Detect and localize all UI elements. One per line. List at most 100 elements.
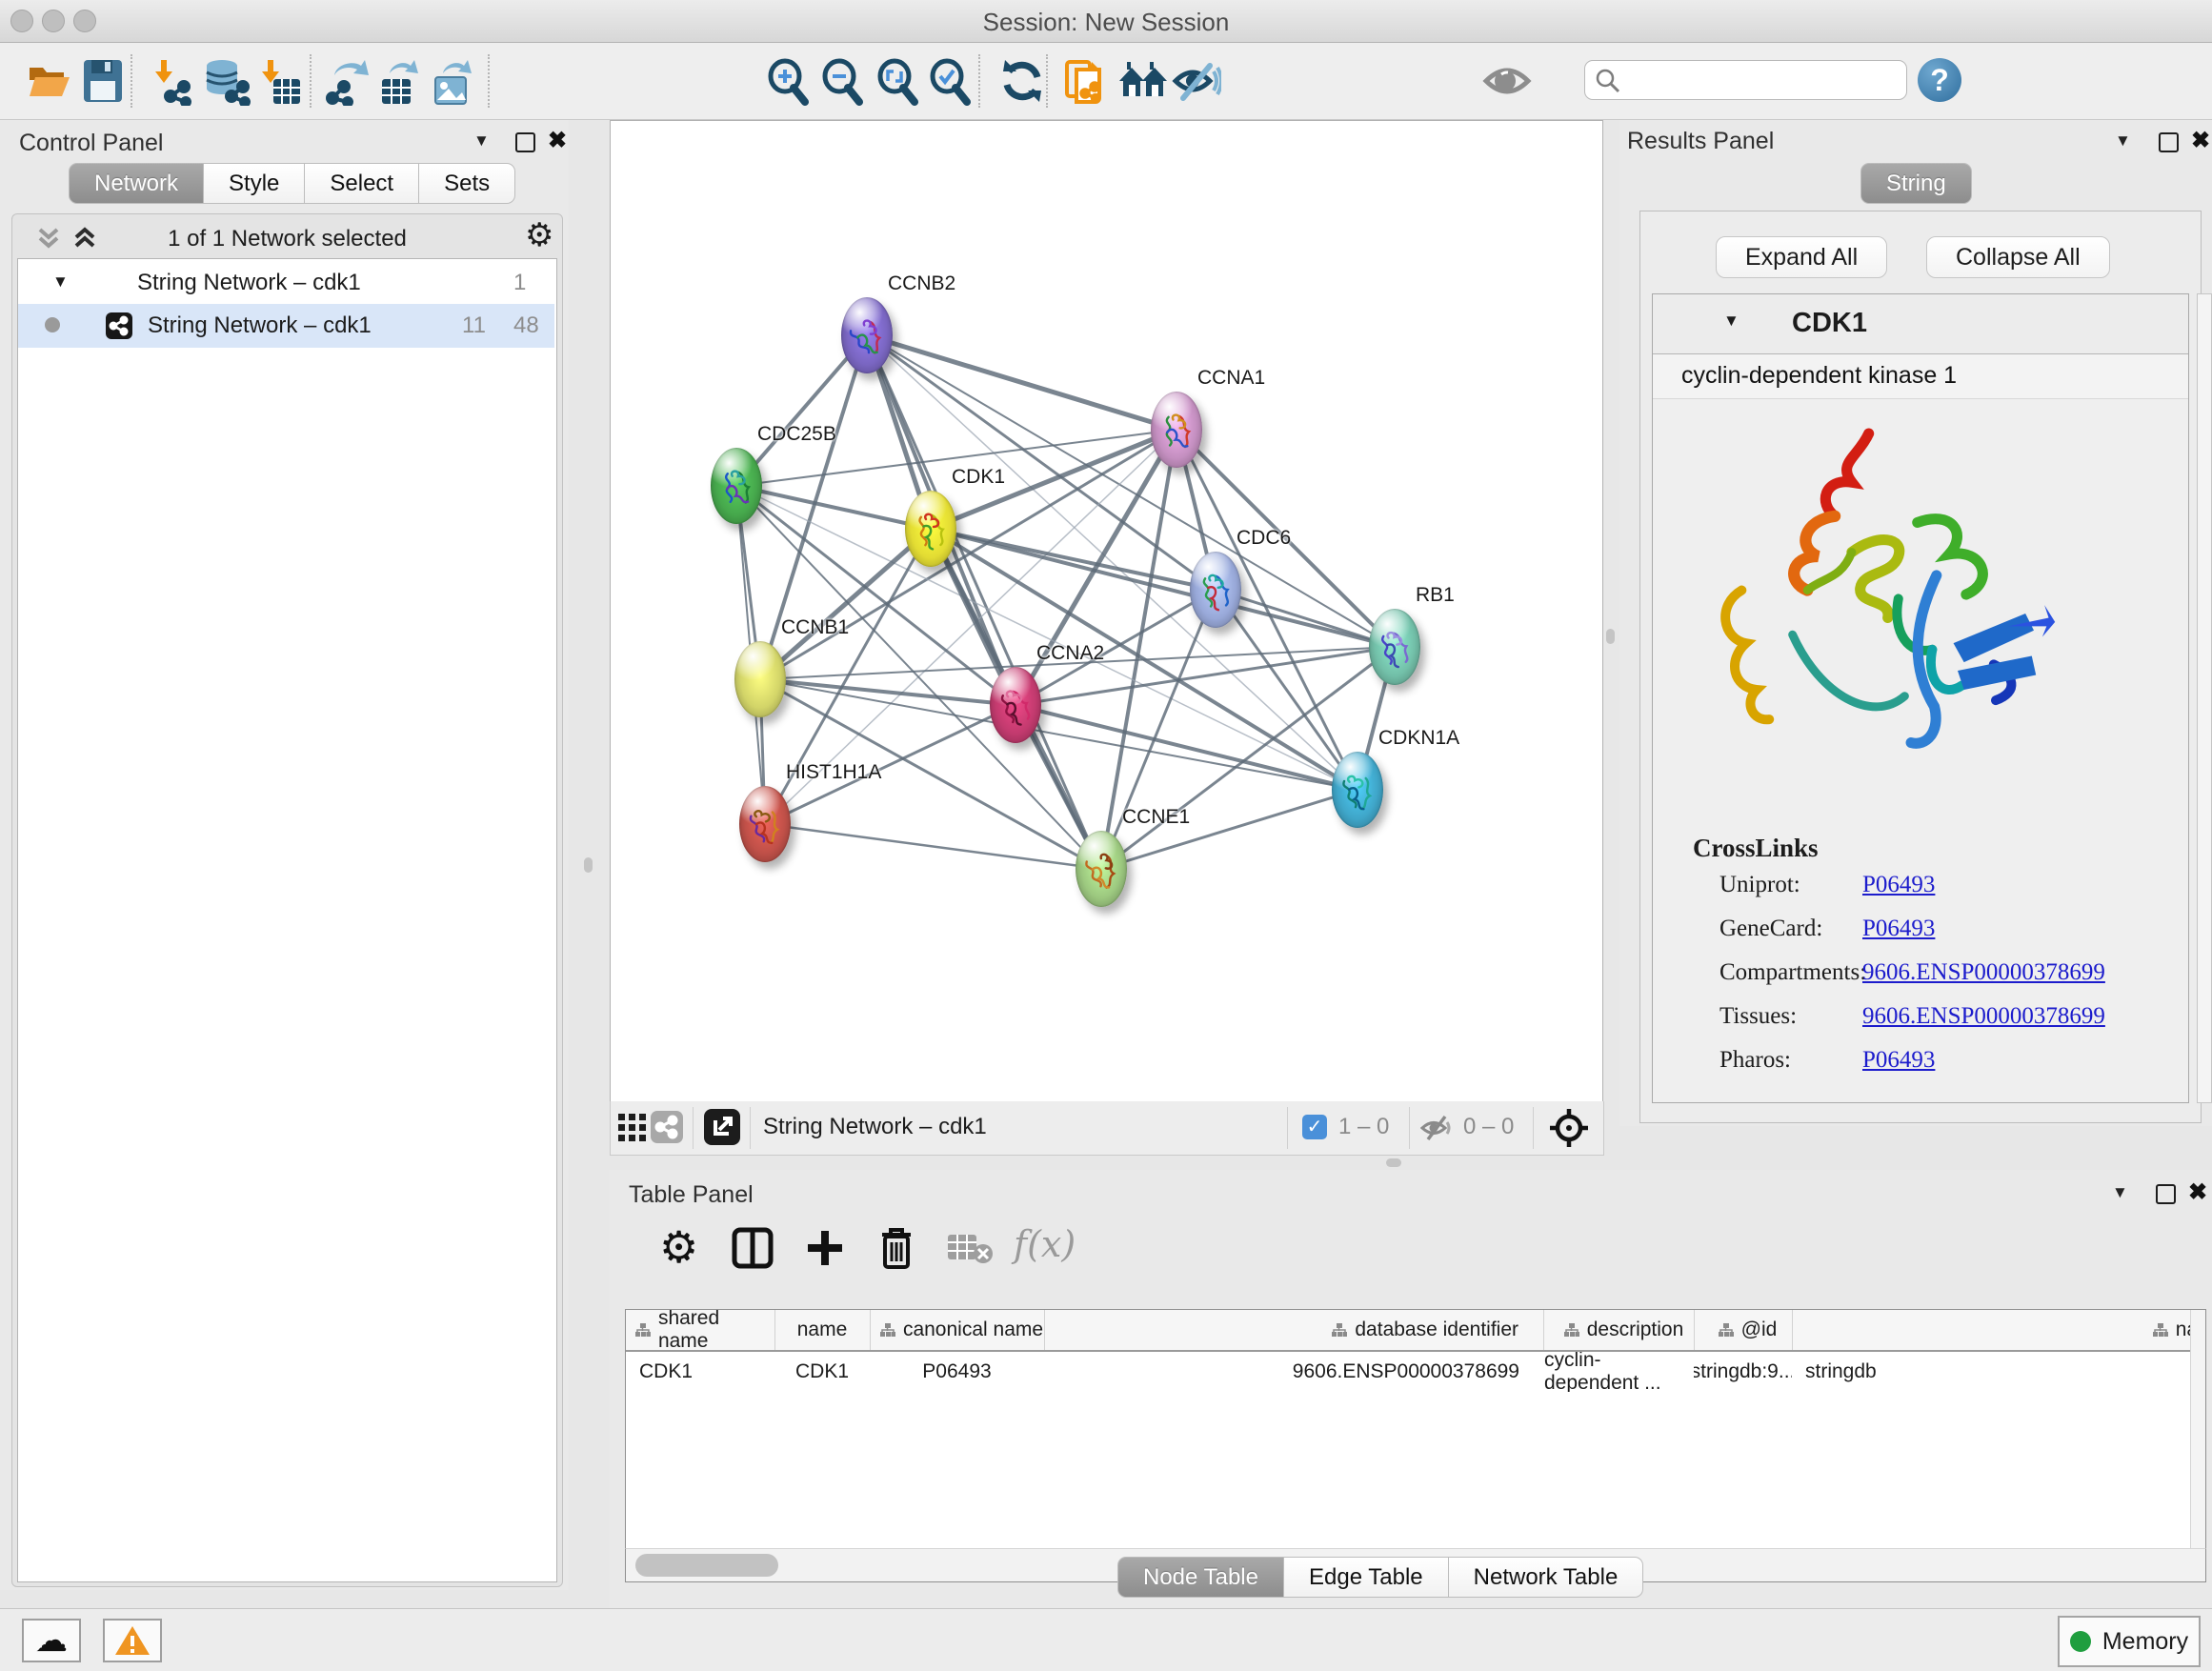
results-panel-close-icon[interactable]: ✖ xyxy=(2191,127,2210,154)
search-field[interactable] xyxy=(1584,60,1907,100)
collapse-all-button[interactable]: Collapse All xyxy=(1926,236,2110,278)
table-hscrollbar-thumb[interactable] xyxy=(635,1554,778,1577)
selected-items-checkbox[interactable]: ✓ xyxy=(1302,1115,1327,1139)
zoom-out-icon[interactable] xyxy=(819,58,867,106)
horizontal-divider-grip[interactable] xyxy=(1386,1158,1401,1167)
column-header-canonical-name[interactable]: canonical name xyxy=(870,1310,1045,1350)
crosslink-link[interactable]: 9606.ENSP00000378699 xyxy=(1862,1003,2105,1030)
crosslink-link[interactable]: 9606.ENSP00000378699 xyxy=(1862,959,2105,986)
network-node-CDKN1A[interactable] xyxy=(1332,752,1383,828)
network-row[interactable]: String Network – cdk1 11 48 xyxy=(18,304,554,348)
network-edge[interactable] xyxy=(1101,790,1357,869)
gene-section-header[interactable]: ▼ CDK1 xyxy=(1653,294,2188,354)
cloud-button[interactable]: ☁ xyxy=(22,1619,81,1662)
export-image-icon[interactable] xyxy=(430,58,477,106)
collection-expand-icon[interactable]: ▼ xyxy=(52,272,69,292)
help-button[interactable]: ? xyxy=(1918,58,1961,102)
table-cell[interactable]: CDK1 xyxy=(626,1352,774,1392)
search-input[interactable] xyxy=(1627,63,1898,95)
network-edge[interactable] xyxy=(765,824,1101,869)
birds-eye-crosshair-icon[interactable] xyxy=(1548,1107,1590,1149)
open-session-icon[interactable] xyxy=(26,58,71,104)
network-options-gear-icon[interactable]: ⚙ xyxy=(525,216,553,254)
zoom-in-icon[interactable] xyxy=(765,58,813,106)
import-network-from-database-icon[interactable] xyxy=(201,58,252,106)
network-edge[interactable] xyxy=(867,335,1101,869)
results-panel-float-icon[interactable] xyxy=(2159,132,2179,152)
node-table[interactable]: shared namenamecanonical namedatabase id… xyxy=(625,1309,2206,1549)
network-node-CDC25B[interactable] xyxy=(711,448,762,524)
network-edge[interactable] xyxy=(867,335,1176,430)
network-view-share-icon[interactable] xyxy=(651,1111,683,1143)
network-node-CCNB2[interactable] xyxy=(841,297,893,373)
table-cell[interactable]: stringdb xyxy=(1792,1352,2206,1392)
tab-network-table[interactable]: Network Table xyxy=(1449,1557,1644,1598)
import-table-icon[interactable] xyxy=(258,58,302,106)
show-columns-icon[interactable] xyxy=(732,1227,774,1269)
results-scrollbar[interactable] xyxy=(2197,293,2212,1103)
tab-node-table[interactable]: Node Table xyxy=(1117,1557,1284,1598)
column-header-description[interactable]: description xyxy=(1544,1310,1695,1350)
table-options-gear-icon[interactable]: ⚙ xyxy=(659,1221,698,1273)
network-collection-row[interactable]: ▼ String Network – cdk1 1 xyxy=(18,264,554,304)
memory-button[interactable]: Memory xyxy=(2058,1616,2201,1667)
warnings-button[interactable] xyxy=(103,1619,162,1662)
table-cell[interactable]: 9606.ENSP00000378699 xyxy=(1044,1352,1544,1392)
crosslink-link[interactable]: P06493 xyxy=(1862,1047,1935,1074)
network-node-CDC6[interactable] xyxy=(1190,552,1241,628)
column-header-@id[interactable]: @id xyxy=(1694,1310,1793,1350)
column-header-name[interactable]: name xyxy=(774,1310,871,1350)
zoom-fit-icon[interactable] xyxy=(875,58,922,106)
hide-unhide-eye-slash-icon[interactable] xyxy=(1172,58,1221,104)
left-divider-grip[interactable] xyxy=(584,857,593,873)
network-node-CCNA2[interactable] xyxy=(990,667,1041,743)
table-vscrollbar[interactable] xyxy=(2190,1310,2206,1548)
grid-view-icon[interactable] xyxy=(618,1114,647,1142)
network-node-HIST1H1A[interactable] xyxy=(739,786,791,862)
refresh-icon[interactable] xyxy=(999,58,1045,104)
table-panel-close-icon[interactable]: ✖ xyxy=(2188,1178,2207,1206)
tab-style[interactable]: Style xyxy=(204,163,305,204)
expand-all-button[interactable]: Expand All xyxy=(1716,236,1887,278)
right-divider-grip[interactable] xyxy=(1606,629,1615,644)
table-cell[interactable]: CDK1 xyxy=(774,1352,870,1392)
network-node-RB1[interactable] xyxy=(1369,609,1420,685)
add-column-icon[interactable] xyxy=(804,1227,846,1269)
control-panel-float-icon[interactable] xyxy=(515,132,535,152)
table-cell[interactable]: stringdb:9... xyxy=(1694,1352,1792,1392)
delete-table-icon[interactable] xyxy=(947,1233,993,1265)
duplicate-network-icon[interactable] xyxy=(1063,58,1113,108)
home-networks-icon[interactable] xyxy=(1117,58,1169,104)
tab-network[interactable]: Network xyxy=(69,163,204,204)
tab-select[interactable]: Select xyxy=(305,163,419,204)
results-panel-menu-icon[interactable]: ▼ xyxy=(2115,131,2131,151)
crosslink-link[interactable]: P06493 xyxy=(1862,872,1935,898)
table-cell[interactable]: P06493 xyxy=(870,1352,1044,1392)
column-header-shared-name[interactable]: shared name xyxy=(626,1310,775,1350)
network-edge[interactable] xyxy=(931,529,1395,647)
network-node-CCNE1[interactable] xyxy=(1076,831,1127,907)
control-panel-menu-icon[interactable]: ▼ xyxy=(473,131,490,151)
network-node-CDK1[interactable] xyxy=(905,491,956,567)
table-panel-menu-icon[interactable]: ▼ xyxy=(2112,1183,2128,1202)
delete-column-trash-icon[interactable] xyxy=(876,1225,916,1271)
network-view-canvas[interactable]: CCNB2CCNA1CDC25BCDK1CDC6RB1CCNB1CCNA2CDK… xyxy=(610,120,1603,1102)
column-header-namespace[interactable]: namespace xyxy=(1792,1310,2206,1350)
import-network-icon[interactable] xyxy=(148,58,195,106)
hidden-items-eye-slash-icon[interactable] xyxy=(1420,1114,1453,1142)
table-panel-float-icon[interactable] xyxy=(2156,1184,2176,1204)
table-cell[interactable]: cyclin-dependent ... xyxy=(1544,1352,1694,1392)
show-graphics-eye-icon[interactable] xyxy=(1482,58,1534,104)
function-builder-icon[interactable]: f(x) xyxy=(1014,1223,1076,1265)
export-table-icon[interactable] xyxy=(376,58,424,106)
control-panel-close-icon[interactable]: ✖ xyxy=(548,127,567,154)
gene-collapse-icon[interactable]: ▼ xyxy=(1723,312,1739,331)
zoom-selected-icon[interactable] xyxy=(927,58,975,106)
tab-edge-table[interactable]: Edge Table xyxy=(1284,1557,1449,1598)
save-session-icon[interactable] xyxy=(82,58,124,104)
export-network-icon[interactable] xyxy=(325,58,372,106)
network-node-CCNB1[interactable] xyxy=(734,641,786,717)
crosslink-link[interactable]: P06493 xyxy=(1862,916,1935,942)
tab-sets[interactable]: Sets xyxy=(419,163,515,204)
open-view-icon[interactable] xyxy=(704,1109,740,1145)
